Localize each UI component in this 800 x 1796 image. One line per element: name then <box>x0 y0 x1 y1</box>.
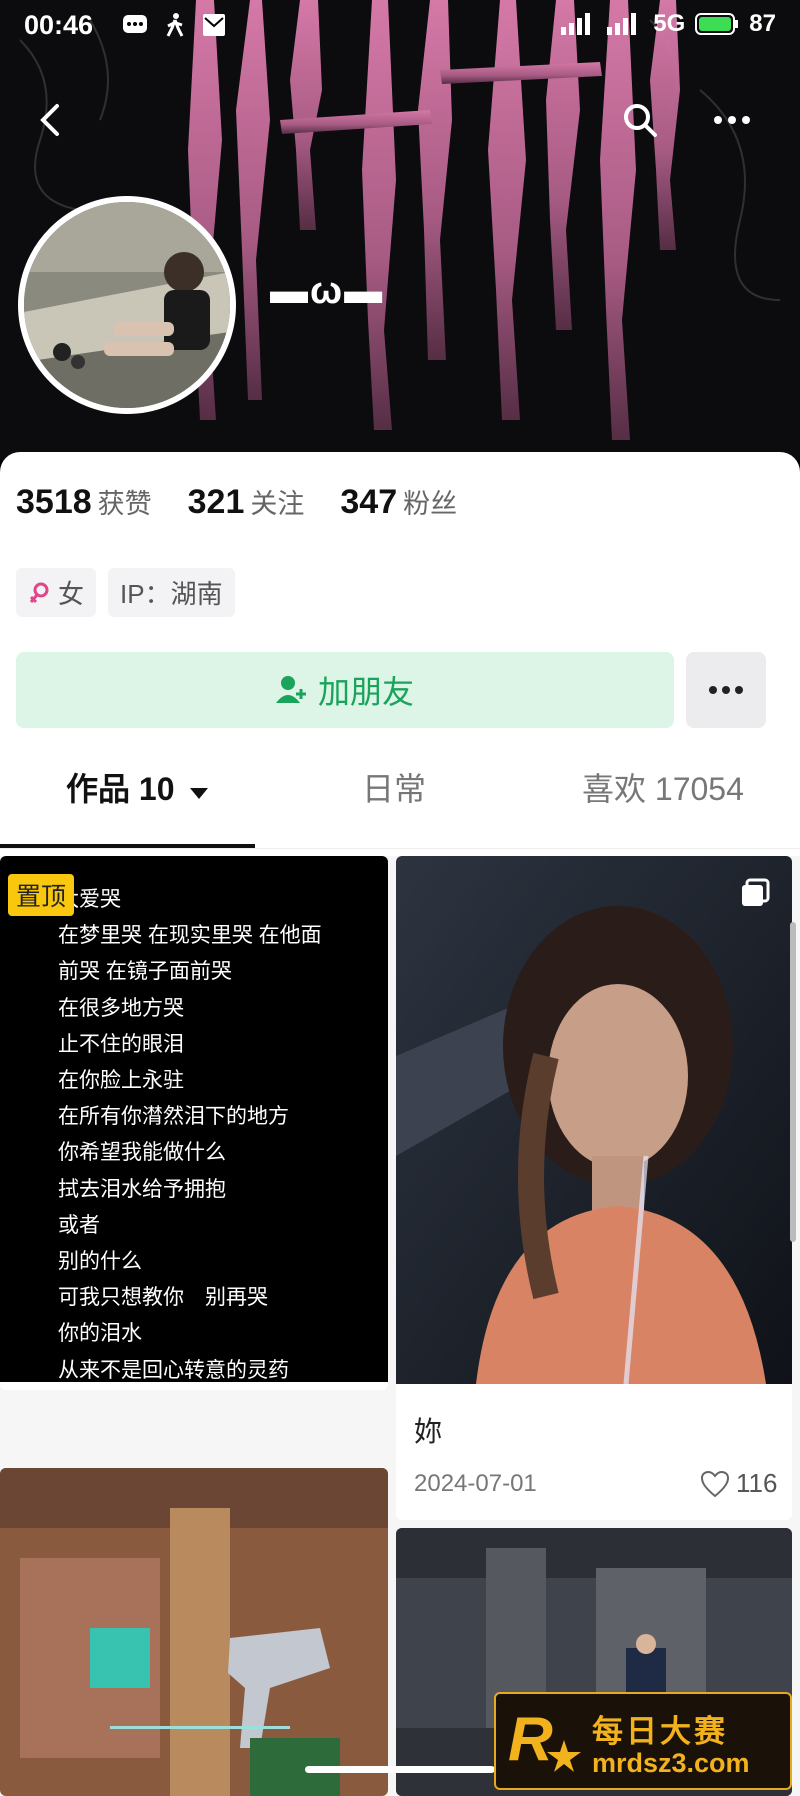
search-icon <box>624 104 657 137</box>
add-friend-label: 加朋友 <box>317 674 414 710</box>
post-card-3[interactable] <box>0 1468 388 1796</box>
avatar-photo <box>24 202 230 408</box>
network-type: 5G <box>653 10 686 37</box>
nickname: ▬ω▬ <box>270 270 385 312</box>
battery-icon <box>695 13 739 35</box>
profile-header: 00:46 5G 87 ▬ω▬ <box>0 0 800 460</box>
works-grid: 太爱哭 在梦里哭 在现实里哭 在他面 前哭 在镜子面前哭 在很多地方哭 止不住的… <box>0 856 800 1796</box>
pinned-badge: 置顶 <box>8 874 75 916</box>
battery-level: 87 <box>749 10 776 37</box>
tab-daily[interactable]: 日常 <box>362 764 426 810</box>
post-likes[interactable]: 116 <box>700 1468 777 1499</box>
search-button[interactable] <box>610 90 670 150</box>
gender-tag: 女 <box>16 568 97 617</box>
message-icon <box>123 15 147 33</box>
scrollbar[interactable] <box>790 922 796 1242</box>
watermark-title: 每日大赛 <box>592 1714 728 1749</box>
add-user-icon <box>275 676 306 703</box>
watermark-url: mrdsz3.com <box>592 1748 750 1778</box>
profile-stats: 3518 获赞 321 关注 347 粉丝 <box>16 482 457 522</box>
post-cover-text: 太爱哭 在梦里哭 在现实里哭 在他面 前哭 在镜子面前哭 在很多地方哭 止不住的… <box>0 856 388 1382</box>
status-time: 00:46 <box>24 10 94 40</box>
add-friend-button[interactable]: 加朋友 <box>16 652 674 728</box>
post-lyrics: 太爱哭 在梦里哭 在现实里哭 在他面 前哭 在镜子面前哭 在很多地方哭 止不住的… <box>58 888 322 1382</box>
more-dots-icon <box>709 686 743 694</box>
watermark-badge: R 每日大赛 mrdsz3.com <box>494 1692 792 1790</box>
post-card-1[interactable]: 太爱哭 在梦里哭 在现实里哭 在他面 前哭 在镜子面前哭 在很多地方哭 止不住的… <box>0 856 388 1390</box>
post-title: 妳 <box>414 1416 443 1447</box>
profile-panel: 3518 获赞 321 关注 347 粉丝 女 IP：湖南 加朋友 作品 10 日常 … <box>0 452 800 1796</box>
status-bar: 00:46 5G 87 <box>0 0 800 50</box>
multi-image-icon <box>742 878 770 906</box>
mail-icon <box>203 14 225 36</box>
profile-more-button[interactable] <box>686 652 766 728</box>
walking-icon <box>166 13 184 37</box>
stat-following[interactable]: 321 关注 <box>188 482 305 522</box>
ip-location-tag: IP：湖南 <box>108 568 235 617</box>
home-indicator[interactable] <box>305 1766 495 1773</box>
profile-tags: 女 IP：湖南 <box>16 568 235 617</box>
back-button[interactable] <box>20 90 80 150</box>
post-cover-game <box>0 1468 388 1796</box>
content-tabs: 作品 10 日常 喜欢 17054 <box>0 764 800 826</box>
avatar[interactable] <box>18 196 236 414</box>
stat-followers[interactable]: 347 粉丝 <box>340 482 457 522</box>
more-dots-icon <box>714 116 750 124</box>
post-card-2[interactable]: 妳 2024-07-01 116 <box>396 856 792 1520</box>
more-options-button[interactable] <box>702 90 762 150</box>
tab-works[interactable]: 作品 10 <box>66 764 209 810</box>
tab-divider <box>0 848 800 849</box>
caret-down-icon <box>190 788 209 799</box>
svg-text:R: R <box>508 1705 553 1774</box>
signal-icon-2 <box>607 13 637 35</box>
post-date: 2024-07-01 <box>414 1470 537 1497</box>
chevron-left-icon <box>40 104 59 136</box>
watermark-logo: R <box>508 1705 581 1774</box>
heart-icon <box>700 1470 730 1497</box>
tab-likes[interactable]: 喜欢 17054 <box>582 764 744 810</box>
signal-icon <box>561 13 591 35</box>
stat-likes[interactable]: 3518 获赞 <box>16 482 152 522</box>
female-icon <box>29 582 49 603</box>
post-cover-photo <box>396 856 792 1385</box>
